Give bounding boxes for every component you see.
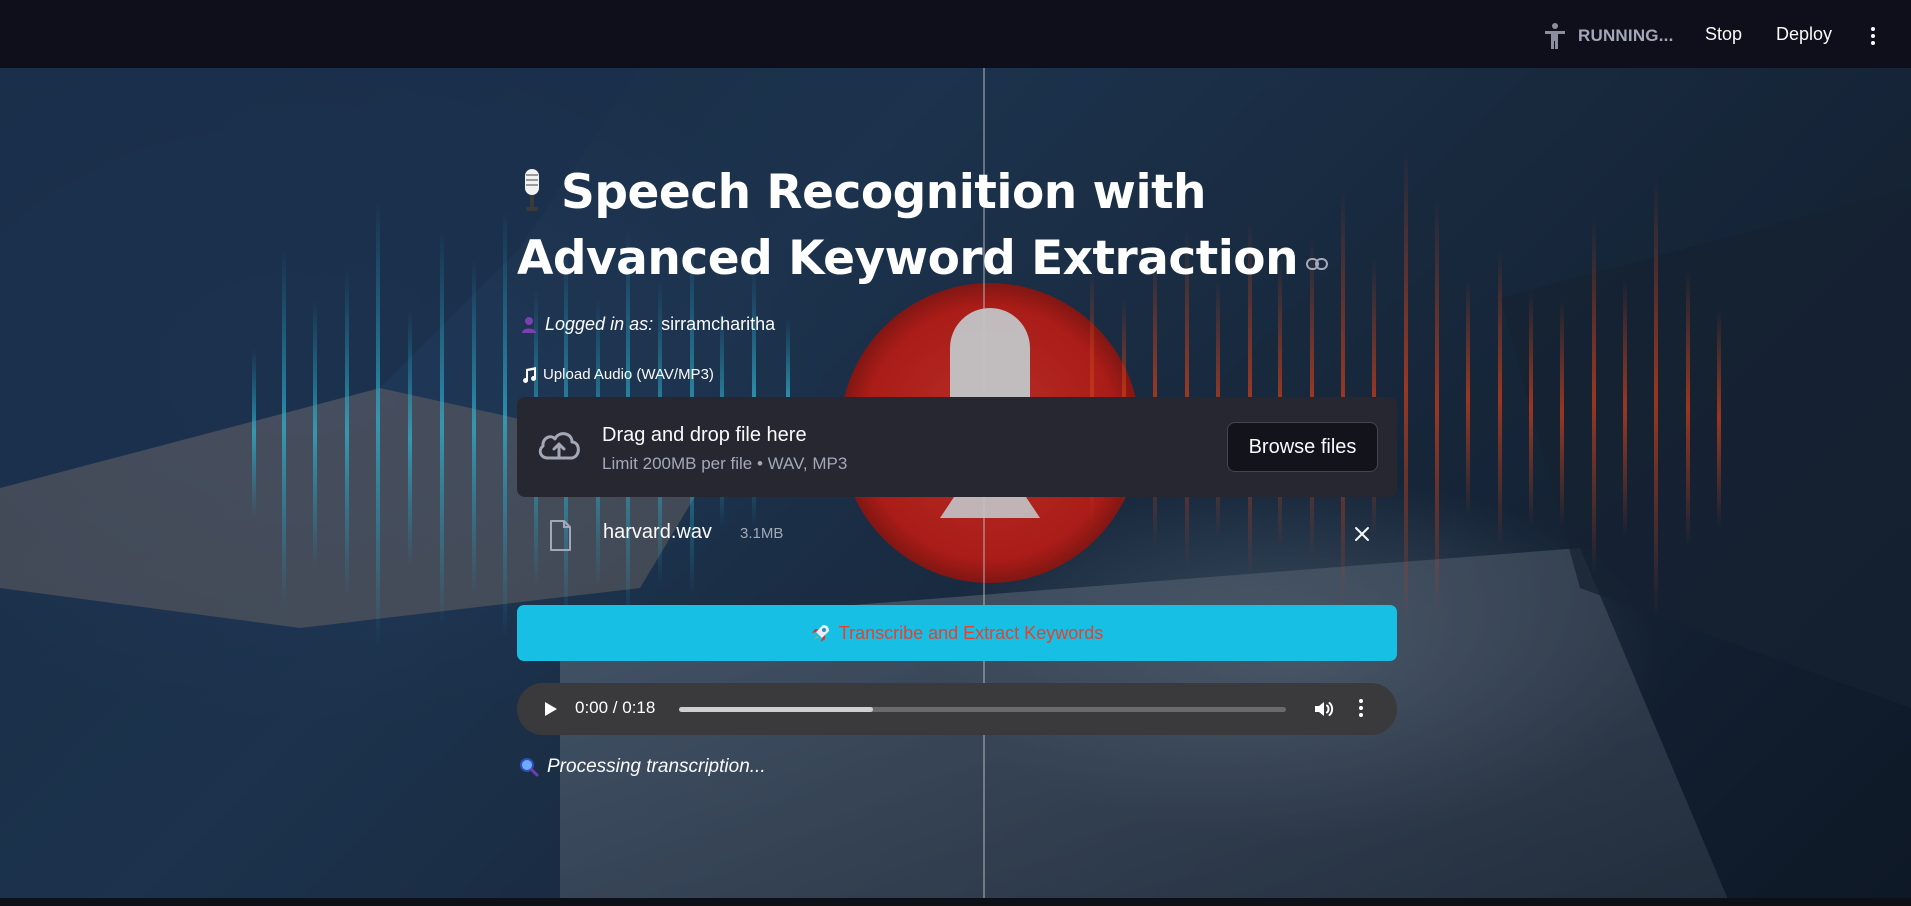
title-line-1: Speech Recognition with (561, 165, 1207, 220)
person-icon (522, 316, 536, 333)
uploaded-file-row: harvard.wav 3.1MB (517, 508, 1397, 568)
music-note-icon (523, 366, 537, 383)
running-status-text: RUNNING... (1578, 26, 1674, 45)
volume-icon[interactable] (1312, 697, 1336, 721)
browse-files-button[interactable]: Browse files (1227, 422, 1378, 472)
stop-button[interactable]: Stop (1705, 24, 1742, 45)
status-message-text: Processing transcription... (547, 756, 766, 777)
rocket-icon (811, 625, 829, 642)
microphone-icon (525, 169, 539, 211)
page-title: Speech Recognition with Advanced Keyword… (517, 160, 1397, 292)
cloud-upload-icon (538, 432, 580, 460)
footer-strip (0, 898, 1911, 906)
login-label: Logged in as: (545, 314, 654, 334)
audio-player: 0:00 / 0:18 (517, 683, 1397, 735)
audio-buffered-progress (679, 707, 874, 712)
close-icon[interactable] (1354, 526, 1370, 542)
file-size: 3.1MB (740, 525, 784, 542)
upload-label-text: Upload Audio (WAV/MP3) (543, 366, 714, 383)
status-message: Processing transcription... (519, 756, 766, 778)
dropzone-title: Drag and drop file here (602, 424, 807, 446)
play-icon[interactable] (539, 698, 561, 720)
kebab-menu-icon[interactable] (1868, 27, 1878, 49)
login-info: Logged in as: sirramcharitha (521, 314, 775, 335)
title-line-2: Advanced Keyword Extraction (517, 231, 1299, 286)
audio-time: 0:00 / 0:18 (575, 698, 656, 717)
transcribe-button[interactable]: Transcribe and Extract Keywords (517, 605, 1397, 661)
deploy-button[interactable]: Deploy (1776, 24, 1832, 45)
file-dropzone[interactable]: Drag and drop file here Limit 200MB per … (517, 397, 1397, 497)
running-person-icon (1545, 23, 1565, 49)
username: sirramcharitha (661, 314, 776, 334)
magnifier-icon (520, 758, 539, 777)
audio-seek-bar[interactable] (679, 707, 1286, 712)
file-icon (550, 520, 571, 551)
audio-options-icon[interactable] (1358, 699, 1364, 719)
upload-label: Upload Audio (WAV/MP3) (521, 366, 714, 383)
transcribe-button-label: Transcribe and Extract Keywords (838, 622, 1104, 643)
running-status: RUNNING... (1542, 22, 1674, 50)
app-header: RUNNING... Stop Deploy (0, 0, 1911, 68)
file-name: harvard.wav (603, 521, 712, 543)
link-icon[interactable] (1306, 258, 1329, 270)
dropzone-subtitle: Limit 200MB per file • WAV, MP3 (602, 454, 848, 473)
